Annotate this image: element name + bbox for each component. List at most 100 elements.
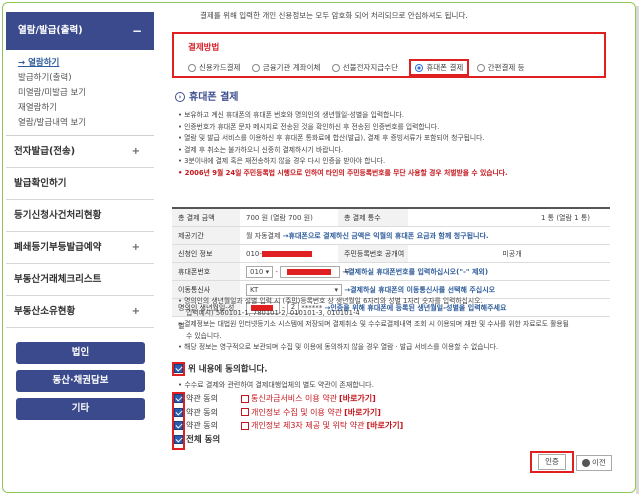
checkbox-checked-icon[interactable] — [174, 407, 183, 417]
radio-label: 신용카드결제 — [199, 63, 241, 72]
agree-consent-label: 위 내용에 동의합니다. — [187, 364, 268, 375]
radio-mobile[interactable]: 휴대폰 결제 — [415, 62, 463, 73]
table-cell: 010- — [240, 250, 338, 258]
sidebar-item-e-issue[interactable]: 전자발급(전송) + — [6, 136, 154, 168]
sidebar-item-label: 등기신청사건처리현황 — [14, 210, 102, 221]
table-header-cell: 제공기간 — [172, 227, 240, 244]
table-cell: 1 통 (열람 1 통) — [540, 213, 590, 222]
redacted-mark — [287, 268, 332, 275]
bullet-item: • 3분이내에 결제 혹은 재전송하지 않을 경우 다시 인증을 받아야 합니다… — [178, 157, 386, 165]
checkbox-checked-icon[interactable] — [174, 434, 183, 444]
movable-bond-button[interactable]: 동산·채권담보 — [16, 370, 145, 392]
note-item: • 명의인의 생년월일과 성별 입력 시 (주민)등록번호 상 생년월일 6자리… — [178, 297, 483, 305]
radio-credit-card[interactable]: 신용카드결제 — [188, 62, 240, 73]
radio-easy-pay[interactable]: 간편결제 등 — [476, 62, 525, 73]
terms-row: 약관 동의 통신과금서비스 이용 약관 [바로가기] — [172, 392, 403, 406]
bullet-item: • 인증번호가 휴대폰 문자 메시지로 전송된 것을 확인하신 후 전송된 인증… — [178, 122, 440, 131]
sidebar-item-ownership[interactable]: 부동산소유현황 + — [6, 296, 154, 328]
terms-all-row: 전체 동의 — [172, 433, 403, 447]
terms-all-label: 전체 동의 — [186, 434, 221, 445]
submenu-history[interactable]: 열람/발급내역 보기 — [18, 116, 154, 131]
checkbox-checked-icon[interactable] — [174, 394, 183, 403]
terms-view-link[interactable]: [바로가기] — [339, 394, 376, 403]
table-header-cell: 총 결제 통수 — [338, 209, 408, 226]
radio-icon — [476, 64, 485, 72]
table-header-cell: 휴대폰번호 — [172, 263, 240, 280]
table-row: 휴대폰번호 010 ▾ - →결제하실 휴대폰번호를 입력하십시오("-" 제외… — [172, 263, 610, 281]
radio-icon — [251, 64, 260, 72]
bullet-item: • 결제 후 취소는 불가하오니 신중히 결제하시기 바랍니다. — [178, 145, 344, 154]
prev-button[interactable]: 이전 — [576, 455, 612, 471]
table-row: 제공기간 월 자동결제 →휴대폰으로 결제하신 금액은 익월의 휴대폰 요금과 … — [172, 227, 610, 245]
table-cell: 월 자동결제 →휴대폰으로 결제하신 금액은 익월의 휴대폰 요금과 함께 청구… — [246, 231, 489, 240]
terms-view-link[interactable]: [바로가기] — [366, 421, 403, 430]
phone-prefix-select[interactable]: 010 ▾ — [246, 265, 274, 278]
table-cell: 미공개 — [502, 249, 522, 258]
sidebar: 열람/발급(출력) − → 열람하기 발급하기(출력) 미열람/미발급 보기 재… — [6, 12, 154, 492]
corporation-button[interactable]: 법인 — [16, 342, 145, 364]
table-cell: 700 원 (열람 700 원) — [246, 213, 313, 222]
agree-consent-row[interactable]: 위 내용에 동의합니다. — [172, 362, 268, 376]
sidebar-item-verify[interactable]: 발급확인하기 — [6, 168, 154, 200]
submenu-view[interactable]: → 열람하기 — [18, 56, 154, 71]
radio-label: 선불전자지급수단 — [342, 63, 398, 72]
document-icon — [241, 421, 249, 430]
expand-icon[interactable]: + — [132, 232, 140, 264]
radio-prepaid[interactable]: 선불전자지급수단 — [331, 62, 398, 73]
submenu-unviewed[interactable]: 미열람/미발급 보기 — [18, 86, 154, 101]
payment-options: 신용카드결제 금융기관 계좌이체 선불전자지급수단 휴대폰 결제 간편결제 등 — [188, 59, 534, 76]
sidebar-item-checklist[interactable]: 부동산거래체크리스트 — [6, 264, 154, 296]
sidebar-header[interactable]: 열람/발급(출력) − — [6, 12, 154, 50]
terms-label: 약관 동의 — [186, 394, 218, 403]
table-header-cell: 총 결제 금액 — [172, 209, 240, 226]
terms-view-link[interactable]: [바로가기] — [344, 408, 381, 417]
note-item: • 결제정보는 대법원 인터넷등기소 시스템에 저장되며 결제취소 및 수수료결… — [178, 320, 569, 328]
sidebar-item-closed-reserve[interactable]: 폐쇄등기부등발급예약 + — [6, 232, 154, 264]
sidebar-item-label: 발급확인하기 — [14, 178, 67, 189]
etc-button[interactable]: 기타 — [16, 398, 145, 420]
note-item: • 해당 정보는 영구적으로 보관되며 수집 및 이용에 동의하지 않을 경우 … — [178, 343, 499, 351]
bullet-warning: • 2006년 9월 24일 주민등록법 시행으로 인하여 타인의 주민등록번호… — [178, 168, 508, 177]
checkbox-checked-icon[interactable] — [174, 364, 183, 373]
note-item: 수 있습니다. — [186, 331, 222, 340]
sidebar-item-case-status[interactable]: 등기신청사건처리현황 — [6, 200, 154, 232]
expand-icon[interactable]: + — [132, 136, 140, 168]
sidebar-submenu: → 열람하기 발급하기(출력) 미열람/미발급 보기 재열람하기 열람/발급내역… — [6, 50, 154, 135]
table-cell: KT ▾ →결제하실 휴대폰의 이동통신사를 선택해 주십시오 — [240, 283, 610, 296]
notes-list: • 명의인의 생년월일과 성별 입력 시 (주민)등록번호 상 생년월일 6자리… — [178, 296, 608, 354]
document-icon — [241, 408, 249, 416]
radio-bank-transfer[interactable]: 금융기관 계좌이체 — [251, 62, 321, 73]
carrier-select[interactable]: KT ▾ — [246, 283, 342, 296]
sidebar-item-label: 부동산소유현황 — [14, 306, 76, 317]
auth-button[interactable]: 인증 — [538, 454, 566, 470]
prev-icon — [582, 459, 590, 467]
expand-icon[interactable]: + — [132, 296, 140, 328]
main-content: 결제를 위해 입력한 개인 신용정보는 모두 암호화 되어 처리되므로 안심하셔… — [170, 6, 610, 21]
radio-label: 휴대폰 결제 — [426, 63, 464, 72]
section-title-text: 휴대폰 결제 — [189, 92, 239, 103]
document-icon — [241, 394, 249, 403]
terms-doc: 개인정보 제3자 제공 및 위탁 약관 — [251, 421, 365, 430]
phone-number-input[interactable] — [280, 265, 341, 278]
submenu-issue[interactable]: 발급하기(출력) — [18, 71, 154, 86]
payment-method-title: 결제방법 — [188, 43, 220, 53]
radio-label: 금융기관 계좌이체 — [262, 63, 321, 72]
table-cell: 010 ▾ - →결제하실 휴대폰번호를 입력하십시오("-" 제외) — [240, 265, 610, 278]
checkbox-checked-icon[interactable] — [174, 421, 183, 430]
payment-method-box: 결제방법 신용카드결제 금융기관 계좌이체 선불전자지급수단 휴대폰 결제 간편… — [172, 32, 606, 78]
table-row: 총 결제 금액 700 원 (열람 700 원) 총 결제 통수 1 통 (열람… — [172, 209, 610, 227]
terms-doc: 개인정보 수집 및 이용 약관 — [251, 407, 343, 417]
collapse-icon[interactable]: − — [132, 12, 142, 50]
agree-note: • 수수료 결제와 관련하여 결제대행업체의 별도 약관이 존재합니다. — [178, 381, 374, 389]
terms-label: 약관 동의 — [186, 407, 218, 417]
terms-label: 약관 동의 — [186, 421, 218, 430]
note-item: 입력예시) 560101-1, 780101-2, 010101-3, 0101… — [186, 308, 360, 317]
bullet-item: • 열람 및 발급 서비스를 이용하신 후 휴대폰 통화료에 합산(발급), 결… — [178, 134, 485, 142]
security-notice: 결제를 위해 입력한 개인 신용정보는 모두 암호화 되어 처리되므로 안심하셔… — [200, 11, 468, 20]
chevron-right-icon: › — [175, 92, 185, 102]
table-header-cell: 신청인 정보 — [172, 245, 240, 262]
highlight-box: 인증 — [530, 451, 574, 473]
highlight-box — [172, 362, 185, 376]
submenu-review[interactable]: 재열람하기 — [18, 101, 154, 116]
radio-icon — [331, 64, 340, 72]
